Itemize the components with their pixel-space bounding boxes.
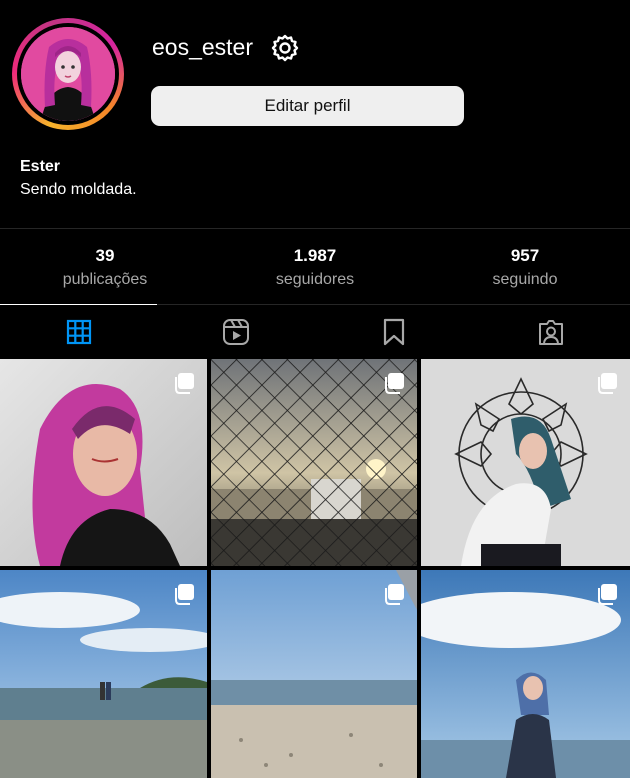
carousel-icon <box>175 373 194 394</box>
tab-tagged[interactable] <box>473 305 630 359</box>
tab-reels[interactable] <box>158 305 316 359</box>
edit-profile-button[interactable]: Editar perfil <box>151 86 464 126</box>
profile-bio: Sendo moldada. <box>20 181 137 198</box>
profile-stats: 39 publicações 1.987 seguidores 957 segu… <box>0 228 630 305</box>
post-thumbnail[interactable] <box>211 570 417 778</box>
profile-name: Ester <box>20 158 61 175</box>
avatar[interactable] <box>12 18 124 130</box>
stat-following[interactable]: 957 seguindo <box>420 229 630 304</box>
posts-count: 39 <box>95 246 115 265</box>
carousel-icon <box>385 584 404 605</box>
carousel-icon <box>598 584 617 605</box>
stat-followers[interactable]: 1.987 seguidores <box>210 229 420 304</box>
carousel-icon <box>598 373 617 394</box>
carousel-icon <box>175 584 194 605</box>
profile-header: eos_ester Editar perfil Ester Sendo mold… <box>0 0 630 198</box>
username: eos_ester <box>152 34 254 60</box>
avatar-illustration <box>21 27 115 121</box>
tab-saved[interactable] <box>315 305 473 359</box>
posts-grid <box>0 359 630 778</box>
settings-gear-icon[interactable] <box>270 33 300 63</box>
post-thumbnail[interactable] <box>421 359 630 566</box>
followers-count: 1.987 <box>293 246 337 265</box>
grid-icon <box>66 319 91 345</box>
carousel-icon <box>385 373 404 394</box>
post-thumbnail[interactable] <box>211 359 417 566</box>
post-thumbnail[interactable] <box>0 359 207 566</box>
reels-icon <box>223 319 250 345</box>
post-thumbnail[interactable] <box>0 570 207 778</box>
profile-tabs <box>0 305 630 359</box>
bookmark-icon <box>383 318 404 346</box>
tagged-icon <box>539 320 564 345</box>
stat-posts[interactable]: 39 publicações <box>0 229 210 305</box>
tab-posts[interactable] <box>0 305 158 359</box>
followers-label: seguidores <box>275 271 355 288</box>
post-thumbnail[interactable] <box>421 570 630 778</box>
posts-label: publicações <box>62 271 148 288</box>
following-count: 957 <box>510 246 540 265</box>
following-label: seguindo <box>492 271 558 288</box>
